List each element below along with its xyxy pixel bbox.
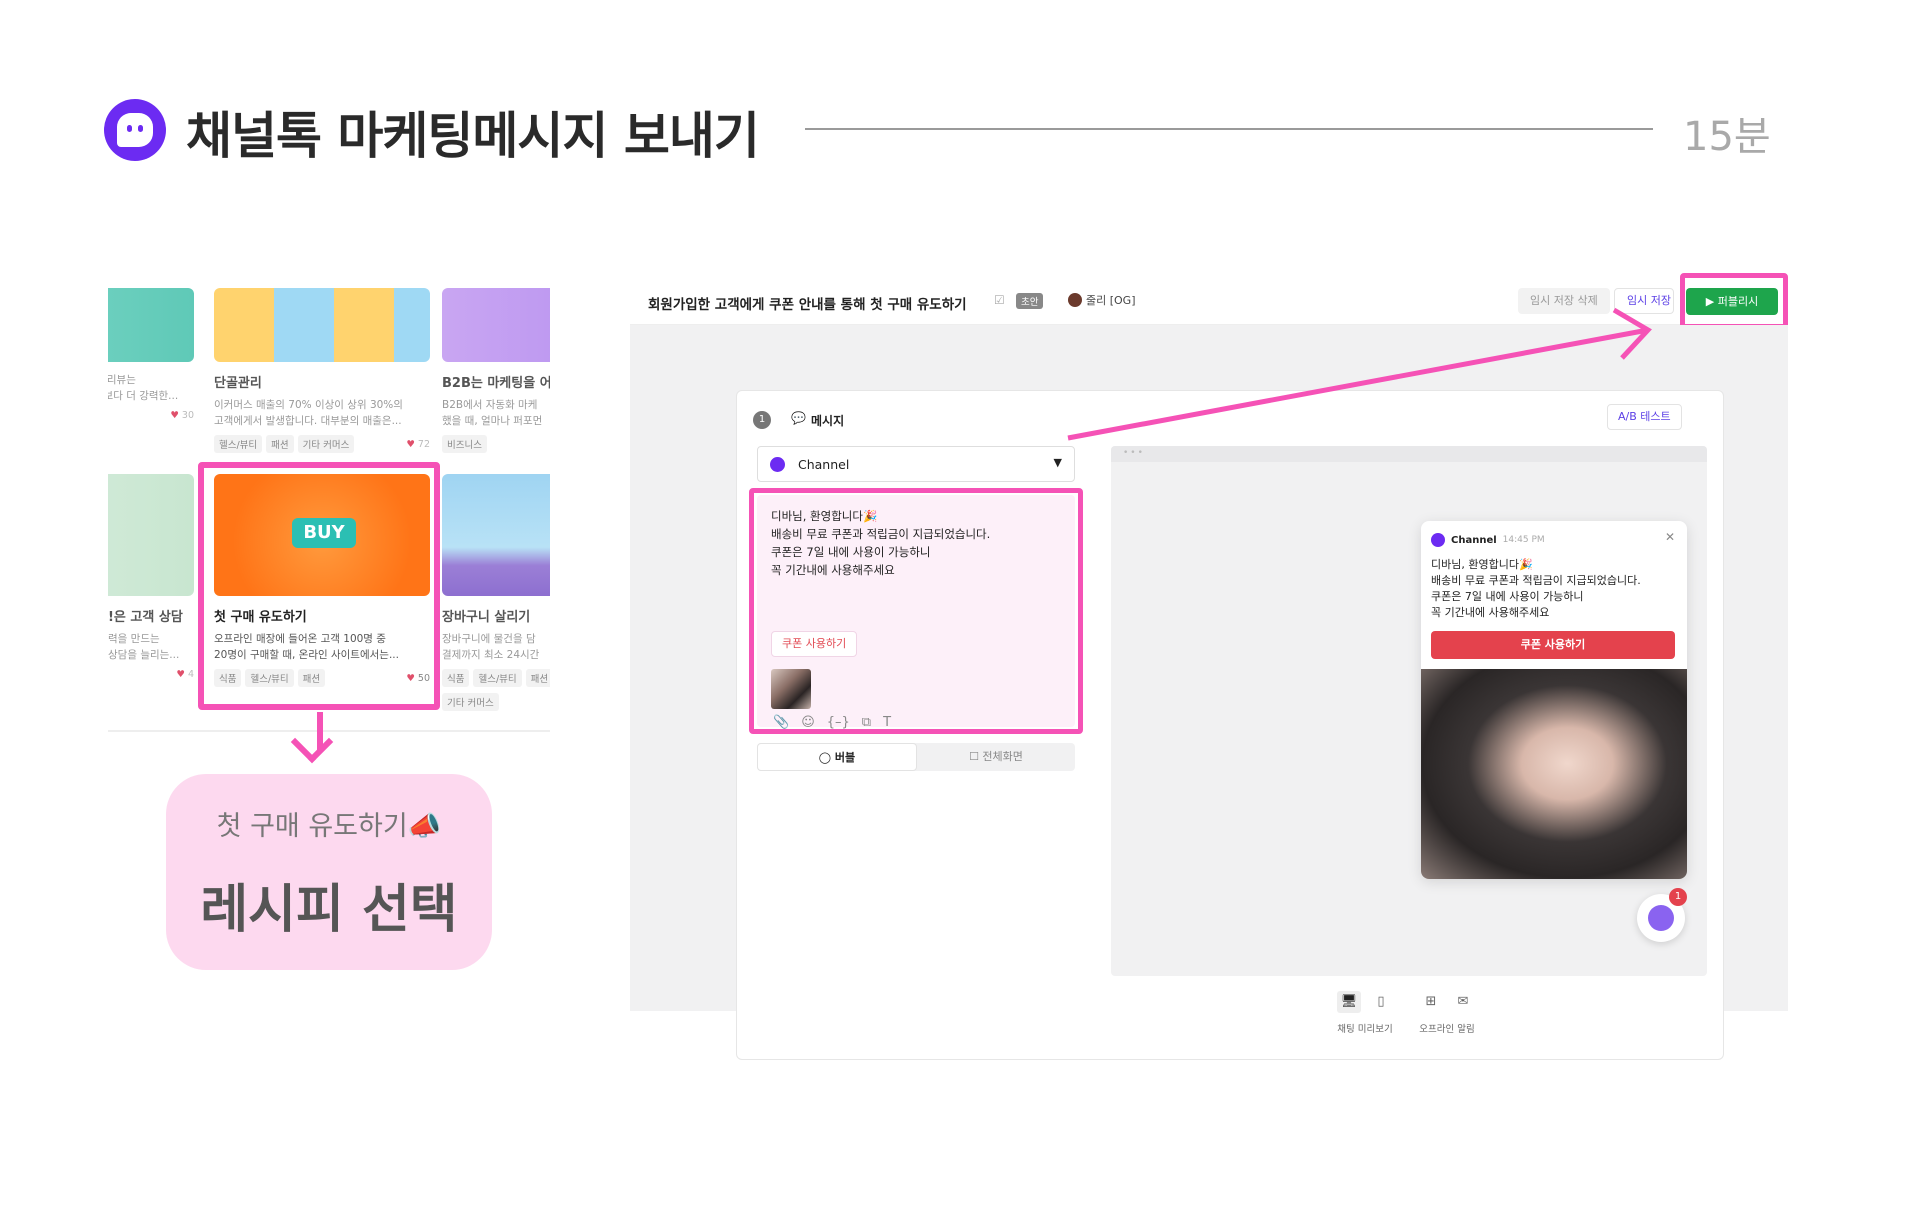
title-divider <box>805 128 1653 130</box>
step-number: 1 <box>753 411 771 429</box>
sms-icon[interactable]: ⊞ <box>1419 991 1443 1013</box>
recipe-tag: 기타 커머스 <box>442 693 499 711</box>
recipe-title: 장바구니 살리기 <box>442 610 531 625</box>
recipe-tag: 헬스/뷰티 <box>214 435 263 453</box>
tab-bubble[interactable]: ◯ 버블 <box>757 743 917 771</box>
message-preview: ••• Channel 14:45 PM ✕ 디바님, 환영합니다🎉 배송비 무… <box>1111 446 1707 976</box>
highlight-recipe-card <box>198 462 440 710</box>
recipe-desc-line: : 리뷰는 <box>108 374 136 386</box>
offline-alert-label: 오프라인 알림 <box>1419 1024 1475 1035</box>
recipe-tag: 식품 <box>442 669 470 687</box>
step-label: 메시지 <box>811 414 845 428</box>
preview-coupon-button[interactable]: 쿠폰 사용하기 <box>1431 631 1675 659</box>
desktop-icon[interactable]: 🖥 <box>1337 991 1361 1013</box>
chevron-down-icon: ▼ <box>1053 456 1062 469</box>
edit-icon[interactable]: ☑ <box>994 293 1005 307</box>
gallery-divider <box>108 730 550 732</box>
recipe-tag: 기타 커머스 <box>297 435 355 453</box>
mobile-icon[interactable]: ▯ <box>1369 991 1393 1013</box>
recipe-card-b2b[interactable]: B2B는 마케팅을 어 B2B에서 자동화 마케했을 때, 얼마나 퍼포먼 비즈… <box>442 288 550 453</box>
recipe-desc-line: 장바구니에 물건을 담 <box>442 633 536 645</box>
save-draft-button[interactable]: 임시 저장 <box>1614 288 1674 314</box>
tab-fullscreen[interactable]: ☐ 전체화면 <box>917 743 1075 771</box>
recipe-desc-line: |보다 더 강력한... <box>108 390 179 402</box>
close-icon[interactable]: ✕ <box>1665 530 1675 544</box>
recipe-desc-line: 결제까지 최소 24시간 <box>442 649 540 661</box>
recipe-callout: 첫 구매 유도하기📣 레시피 선택 <box>166 774 492 970</box>
recipe-card-review[interactable]: : 리뷰는 |보다 더 강력한... ♥ 30 <box>108 288 194 421</box>
message-icon: 💬 <box>791 411 806 425</box>
recipe-callout-subtitle: 첫 구매 유도하기📣 <box>216 811 442 842</box>
highlight-publish <box>1680 273 1788 329</box>
unread-badge: 1 <box>1669 888 1687 906</box>
recipe-thumbnail <box>442 288 550 362</box>
channel-select[interactable]: Channel ▼ <box>757 446 1075 482</box>
channeltalk-launcher-icon <box>1648 905 1674 931</box>
preview-image <box>1421 669 1687 879</box>
editor-header: 회원가입한 고객에게 쿠폰 안내를 통해 첫 구매 유도하기 ☑ 초안 줄리 [… <box>630 273 1788 329</box>
recipe-tag: 패션 <box>525 669 550 687</box>
recipe-tag: 패션 <box>266 435 294 453</box>
likes-count: ♥ 30 <box>170 410 194 421</box>
page-title: 채널톡 마케팅메시지 보내기 <box>186 107 760 165</box>
recipe-card-support[interactable]: !은 고객 상담 력을 만드는상담을 늘리는... ♥ 4 <box>108 474 194 680</box>
preview-window-bar: ••• <box>1111 446 1707 462</box>
email-icon[interactable]: ✉ <box>1451 991 1475 1013</box>
recipe-title: B2B는 마케팅을 어 <box>442 376 550 391</box>
recipe-desc-line: 력을 만드는 <box>108 633 160 645</box>
likes-count: ♥ 72 <box>406 438 430 450</box>
chat-launcher-button[interactable]: 1 <box>1637 888 1687 942</box>
preview-mode-switch: 🖥 ▯ 채팅 미리보기 ⊞ ✉ 오프라인 알림 <box>1337 991 1475 1035</box>
offline-alert-group: ⊞ ✉ 오프라인 알림 <box>1419 991 1475 1035</box>
display-mode-tabs: ◯ 버블 ☐ 전체화면 <box>757 743 1075 771</box>
recipe-desc-line: 했을 때, 얼마나 퍼포먼 <box>442 415 543 427</box>
author: 줄리 [OG] <box>1068 292 1136 308</box>
channeltalk-logo-icon <box>104 99 166 161</box>
recipe-tag: 헬스/뷰티 <box>473 669 522 687</box>
duration-label: 15분 <box>1683 114 1771 160</box>
slide: 채널톡 마케팅메시지 보내기 15분 : 리뷰는 |보다 더 강력한... ♥ 3… <box>0 0 1918 1225</box>
recipe-desc-line: B2B에서 자동화 마케 <box>442 399 538 411</box>
status-badge: 초안 <box>1016 293 1044 309</box>
recipe-callout-title: 레시피 선택 <box>200 880 458 940</box>
highlight-composer <box>749 488 1083 734</box>
heart-icon: ♥ <box>170 410 179 421</box>
recipe-title: 단골관리 <box>214 376 262 391</box>
recipe-card-loyal[interactable]: 단골관리 이커머스 매출의 70% 이상이 상위 30%의고객에게서 발생합니다… <box>214 288 430 453</box>
recipe-tag: 비즈니스 <box>442 435 487 453</box>
channel-avatar <box>770 457 785 472</box>
chat-preview-group: 🖥 ▯ 채팅 미리보기 <box>1337 991 1393 1035</box>
ab-test-button[interactable]: A/B 테스트 <box>1607 404 1682 430</box>
recipe-desc-line: 상담을 늘리는... <box>108 649 180 661</box>
preview-channel-name: Channel <box>1451 534 1497 546</box>
message-step-panel: 1 💬 메시지 A/B 테스트 Channel ▼ 디바님, 환영합니다🎉 배송… <box>736 390 1724 1060</box>
recipe-thumbnail <box>442 474 550 596</box>
preview-popup: Channel 14:45 PM ✕ 디바님, 환영합니다🎉 배송비 무료 쿠폰… <box>1421 521 1687 879</box>
chat-preview-label: 채팅 미리보기 <box>1337 1024 1393 1035</box>
avatar <box>1068 293 1082 307</box>
recipe-thumbnail <box>108 474 194 596</box>
channel-select-value: Channel <box>798 457 850 472</box>
campaign-title: 회원가입한 고객에게 쿠폰 안내를 통해 첫 구매 유도하기 <box>648 297 967 313</box>
recipe-desc-line: 고객에게서 발생합니다. 대부분의 매출은... <box>214 415 402 427</box>
delete-draft-button[interactable]: 임시 저장 삭제 <box>1518 288 1610 314</box>
heart-icon: ♥ <box>406 438 415 450</box>
heart-icon: ♥ <box>176 669 185 680</box>
likes-count: ♥ 4 <box>176 669 194 680</box>
recipe-thumbnail <box>214 288 430 362</box>
channel-avatar <box>1431 533 1445 547</box>
preview-time: 14:45 PM <box>1502 535 1545 545</box>
window-dots-icon: ••• <box>1123 448 1145 458</box>
recipe-desc-line: 이커머스 매출의 70% 이상이 상위 30%의 <box>214 399 403 411</box>
campaign-editor: 회원가입한 고객에게 쿠폰 안내를 통해 첫 구매 유도하기 ☑ 초안 줄리 [… <box>630 273 1788 1060</box>
recipe-title: !은 고객 상담 <box>108 610 183 625</box>
recipe-card-cart[interactable]: 장바구니 살리기 장바구니에 물건을 담결제까지 최소 24시간 식품 헬스/뷰… <box>442 474 550 711</box>
editor-canvas: 1 💬 메시지 A/B 테스트 Channel ▼ 디바님, 환영합니다🎉 배송… <box>630 325 1788 1060</box>
preview-message: 디바님, 환영합니다🎉 배송비 무료 쿠폰과 적립금이 지급되었습니다. 쿠폰은… <box>1431 558 1641 619</box>
recipe-thumbnail <box>108 288 194 362</box>
